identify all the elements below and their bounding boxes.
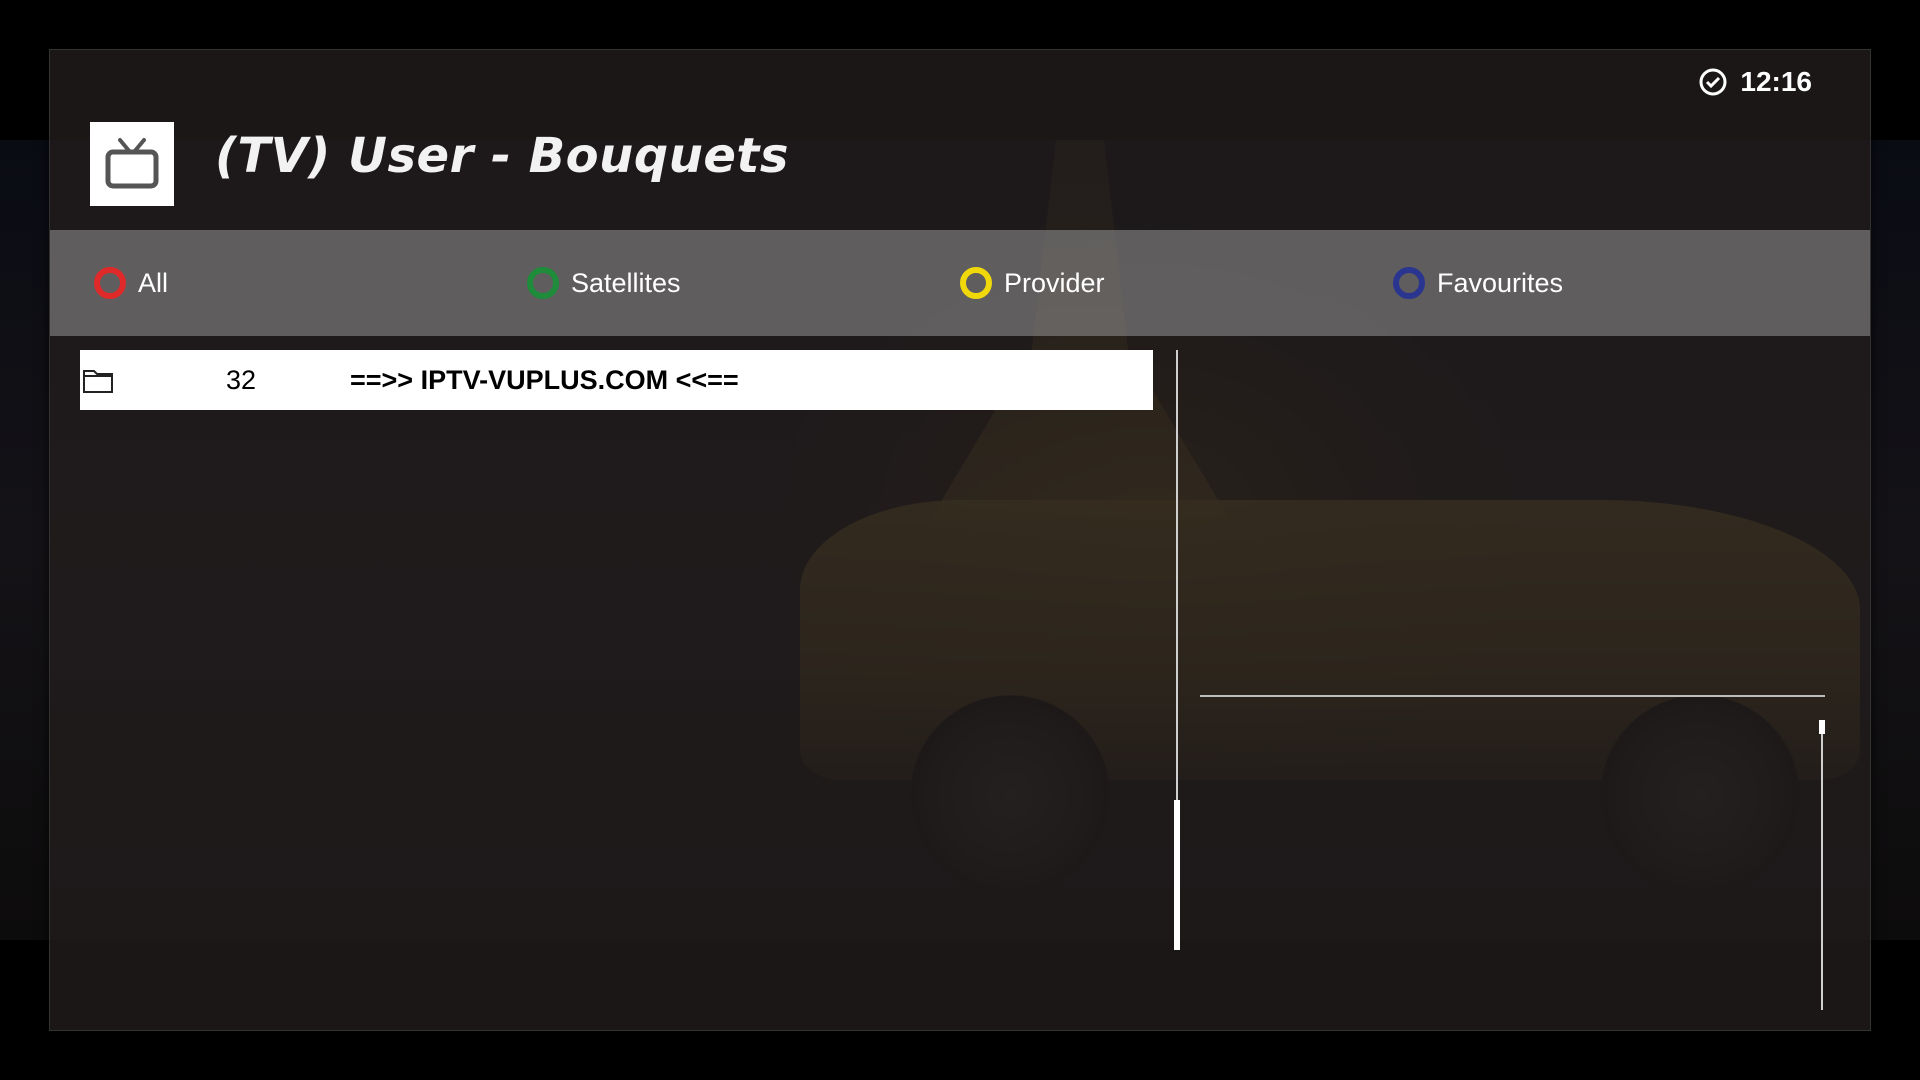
blue-button-label: Favourites: [1437, 267, 1564, 298]
color-button-bar: All Satellites Provider Favourites: [50, 230, 1870, 336]
red-button-all[interactable]: All: [94, 230, 168, 336]
bouquet-name: ==>> IPTV-VUPLUS.COM <<==: [350, 364, 739, 395]
info-scrollbar-track[interactable]: [1821, 720, 1823, 1010]
red-dot-icon: [94, 267, 126, 299]
red-button-label: All: [138, 267, 169, 298]
info-scrollbar-thumb[interactable]: [1819, 720, 1825, 734]
green-button-label: Satellites: [571, 267, 681, 298]
yellow-dot-icon: [960, 267, 992, 299]
list-scrollbar-thumb[interactable]: [1174, 800, 1180, 950]
yellow-button-provider[interactable]: Provider: [960, 230, 1105, 336]
clock-icon: [1699, 68, 1727, 96]
green-button-satellites[interactable]: Satellites: [527, 230, 681, 336]
bouquet-number: 32: [226, 364, 257, 395]
tv-icon: [90, 122, 174, 206]
yellow-button-label: Provider: [1004, 267, 1105, 298]
clock: 12:16: [1698, 66, 1812, 98]
list-item[interactable]: 32 ==>> IPTV-VUPLUS.COM <<==: [80, 350, 1153, 410]
folder-icon: [83, 370, 113, 393]
clock-time: 12:16: [1740, 66, 1812, 97]
page-title: (TV) User - Bouquets: [215, 128, 789, 184]
info-divider: [1200, 695, 1825, 697]
bouquet-panel: 12:16 (TV) User - Bouquets All Satellite…: [50, 50, 1870, 1030]
blue-dot-icon: [1393, 267, 1425, 299]
bouquet-list: 32 ==>> IPTV-VUPLUS.COM <<==: [80, 350, 1153, 410]
green-dot-icon: [527, 267, 559, 299]
blue-button-favourites[interactable]: Favourites: [1393, 230, 1563, 336]
